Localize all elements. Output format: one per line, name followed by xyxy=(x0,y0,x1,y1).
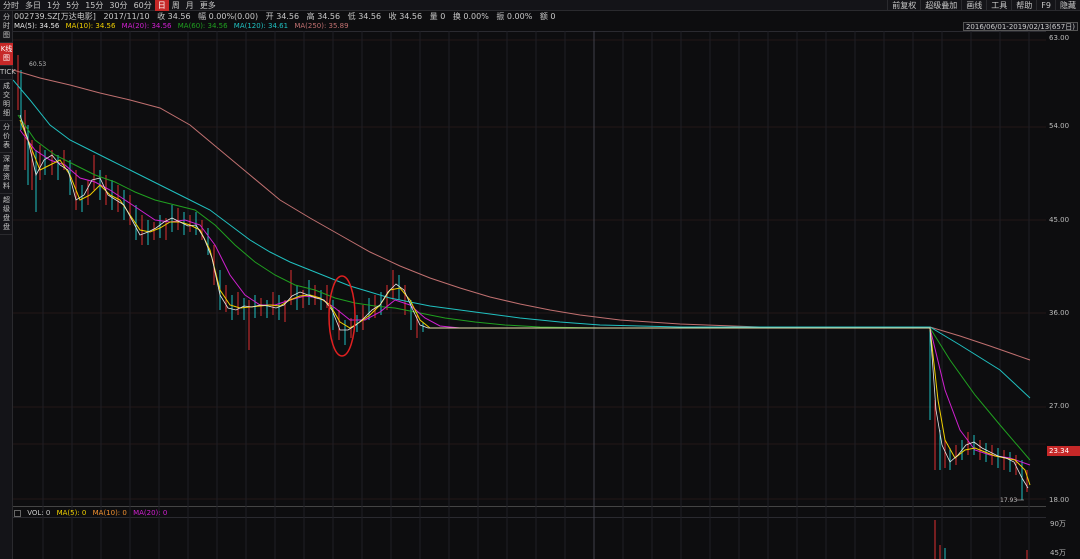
quote-price: 收 34.56 xyxy=(388,12,423,21)
ma60-label: MA(60): 34.56 xyxy=(177,22,228,30)
period-tab-more[interactable]: 更多 xyxy=(197,0,219,11)
y-tick-36: 36.00 xyxy=(1049,309,1070,317)
y-tick-54: 54.00 xyxy=(1049,122,1070,130)
ma20-label: MA(20): 34.56 xyxy=(121,22,172,30)
period-tab-intraday[interactable]: 分时 xyxy=(0,0,22,11)
quote-amount: 额 0 xyxy=(539,12,556,21)
stock-code: 002739.SZ[万达电影] xyxy=(14,12,96,21)
ma10-label: MA(10): 34.56 xyxy=(65,22,116,30)
low-price-label: 17.93 xyxy=(1000,497,1017,504)
quote-low: 低 34.56 xyxy=(347,12,382,21)
ma250-label: MA(250): 35.89 xyxy=(294,22,349,30)
period-tab-60min[interactable]: 60分 xyxy=(131,0,155,11)
vol-ma5-label: MA(5): 0 xyxy=(56,509,87,517)
help-button[interactable]: 帮助 xyxy=(1011,0,1036,11)
adjust-forward-button[interactable]: 前复权 xyxy=(887,0,920,11)
period-tab-monthly[interactable]: 月 xyxy=(183,0,197,11)
quote-date: 2017/11/10 xyxy=(103,12,150,21)
y-tick-27: 27.00 xyxy=(1049,402,1070,410)
ma5-label: MA(5): 34.56 xyxy=(14,22,60,30)
hide-button[interactable]: 隐藏 xyxy=(1055,0,1080,11)
period-tab-1min[interactable]: 1分 xyxy=(44,0,63,11)
period-tab-15min[interactable]: 15分 xyxy=(82,0,106,11)
ma120-label: MA(120): 34.61 xyxy=(233,22,289,30)
period-tab-30min[interactable]: 30分 xyxy=(106,0,130,11)
side-tab-price-table[interactable]: 分价表 xyxy=(0,121,13,153)
f9-button[interactable]: F9 xyxy=(1036,0,1055,11)
vol-tick-45w: 45万 xyxy=(1050,549,1066,557)
y-tick-45: 45.00 xyxy=(1049,216,1070,224)
vol-label: VOL: 0 xyxy=(27,509,51,517)
draw-line-button[interactable]: 画线 xyxy=(961,0,986,11)
side-tab-super-panel[interactable]: 超级盘盘 xyxy=(0,194,13,235)
ma60-line xyxy=(17,114,1031,461)
date-range-box[interactable]: 2016/06/01-2019/02/13(657日) xyxy=(962,22,1078,31)
quote-close: 收 34.56 xyxy=(157,12,191,21)
y-tick-18: 18.00 xyxy=(1049,496,1070,504)
quote-high: 高 34.56 xyxy=(306,12,341,21)
quote-change: 幅 0.00%(0.00) xyxy=(198,12,259,21)
vol-ma20-label: MA(20): 0 xyxy=(133,509,168,517)
price-axis: 63.00 54.00 45.00 36.00 27.00 18.00 xyxy=(1046,31,1080,559)
period-toolbar: 分时 多日 1分 5分 15分 30分 60分 日 周 月 更多 前复权 超级叠… xyxy=(0,0,1080,11)
candlesticks xyxy=(17,55,1028,500)
kline-chart[interactable]: 60.53 17.93 xyxy=(13,31,1046,559)
quote-amplitude: 振 0.00% xyxy=(496,12,533,21)
side-tab-trade-detail[interactable]: 成交明细 xyxy=(0,80,13,121)
side-tab-intraday[interactable]: 分时图 xyxy=(0,11,13,43)
view-sidebar: 分时图 K线图 TICK 成交明细 分价表 深度资料 超级盘盘 xyxy=(0,11,16,559)
side-tab-depth-data[interactable]: 深度资料 xyxy=(0,153,13,194)
high-price-label: 60.53 xyxy=(29,61,46,68)
quote-turnover: 换 0.00% xyxy=(452,12,489,21)
ma250-line xyxy=(13,69,1031,361)
ma5-line xyxy=(19,114,1029,489)
period-tab-5min[interactable]: 5分 xyxy=(63,0,82,11)
side-tab-kline[interactable]: K线图 xyxy=(0,43,13,66)
ma20-line xyxy=(19,129,1031,466)
tools-button[interactable]: 工具 xyxy=(986,0,1011,11)
period-tab-multiday[interactable]: 多日 xyxy=(22,0,44,11)
super-overlay-button[interactable]: 超级叠加 xyxy=(920,0,961,11)
period-tab-weekly[interactable]: 周 xyxy=(169,0,183,11)
side-tab-tick[interactable]: TICK xyxy=(0,66,16,80)
volume-bars xyxy=(934,520,1028,559)
volume-legend: VOL: 0 MA(5): 0 MA(10): 0 MA(20): 0 xyxy=(14,509,171,518)
ma10-line xyxy=(19,119,1031,486)
current-price-tag: 23.34 xyxy=(1047,446,1080,456)
volume-settings-icon[interactable] xyxy=(14,509,21,517)
ma-legend: MA(5): 34.56 MA(10): 34.56 MA(20): 34.56… xyxy=(14,21,353,31)
toolbar-right-group: 前复权 超级叠加 画线 工具 帮助 F9 隐藏 xyxy=(887,0,1080,11)
period-tab-daily[interactable]: 日 xyxy=(154,0,169,11)
y-tick-63: 63.00 xyxy=(1049,34,1070,42)
vol-ma10-label: MA(10): 0 xyxy=(92,509,127,517)
quote-volume: 量 0 xyxy=(429,12,446,21)
vol-tick-90w: 90万 xyxy=(1050,520,1066,528)
quote-open: 开 34.56 xyxy=(265,12,300,21)
